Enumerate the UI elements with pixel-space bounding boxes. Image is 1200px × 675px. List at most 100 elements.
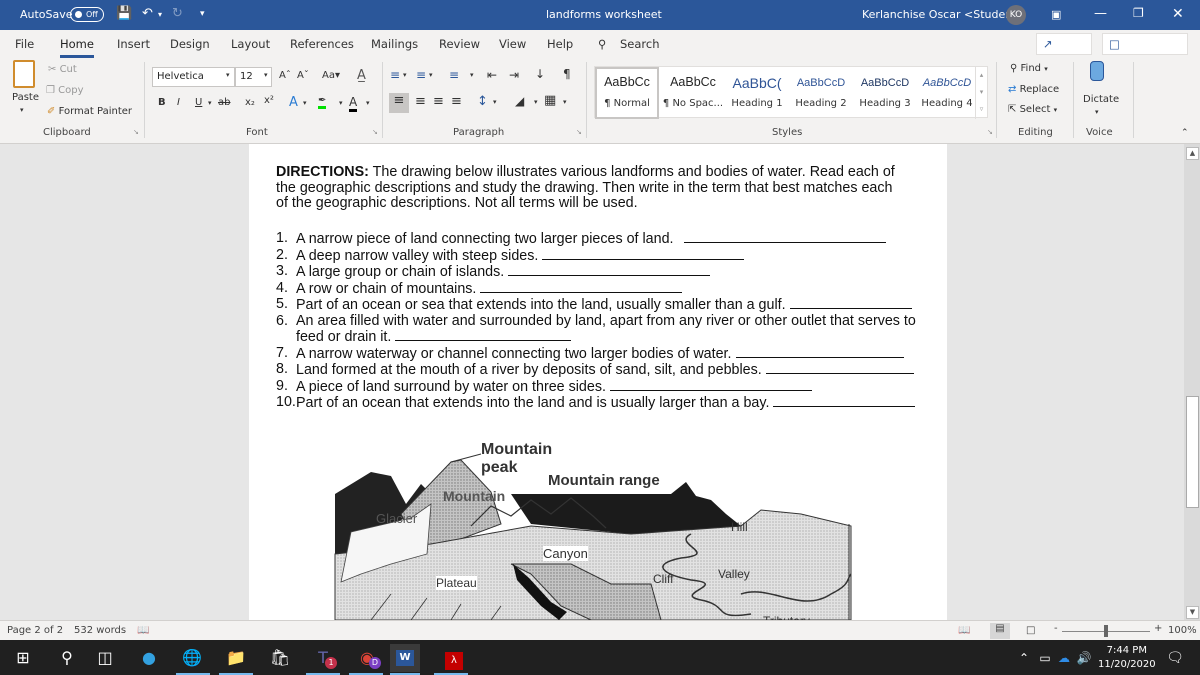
- borders-dropdown-icon[interactable]: ▾: [563, 98, 567, 106]
- avatar[interactable]: KO: [1006, 5, 1026, 25]
- line-spacing-dropdown-icon[interactable]: ▾: [493, 98, 497, 106]
- answer-blank[interactable]: [480, 281, 683, 293]
- scroll-up-icon[interactable]: ▴: [980, 71, 984, 79]
- teams-icon[interactable]: T1: [311, 647, 337, 669]
- borders-icon[interactable]: ▦: [544, 93, 556, 108]
- customize-toolbar-icon[interactable]: ▾: [200, 9, 205, 19]
- font-name-dropdown[interactable]: Helvetica: [152, 67, 235, 87]
- numbering-dropdown-icon[interactable]: ▾: [429, 71, 433, 79]
- italic-icon[interactable]: I: [177, 97, 180, 108]
- globe-icon[interactable]: 🌐: [180, 647, 204, 669]
- select-button[interactable]: ⇱ Select ▾: [1008, 104, 1057, 115]
- subscript-icon[interactable]: x₂: [245, 97, 255, 108]
- more-styles-icon[interactable]: ▿: [980, 105, 984, 113]
- windows-start-icon[interactable]: ⊞: [11, 647, 35, 669]
- font-color-icon[interactable]: A: [349, 95, 358, 112]
- page-count[interactable]: Page 2 of 2: [7, 625, 63, 636]
- shading-dropdown-icon[interactable]: ▾: [534, 98, 538, 106]
- clipboard-dialog-launcher-icon[interactable]: ↘: [133, 128, 139, 136]
- scroll-down-button[interactable]: ▼: [1186, 606, 1199, 619]
- multilevel-list-icon[interactable]: ≡: [449, 68, 459, 82]
- proofing-icon[interactable]: 📖: [137, 625, 149, 636]
- volume-icon[interactable]: 🔊: [1072, 647, 1096, 669]
- minimize-icon[interactable]: —: [1094, 6, 1107, 21]
- paragraph-dialog-launcher-icon[interactable]: ↘: [576, 128, 582, 136]
- strikethrough-icon[interactable]: ab: [218, 97, 230, 108]
- answer-blank[interactable]: [395, 329, 572, 341]
- print-layout-icon[interactable]: ▤: [990, 623, 1010, 639]
- format-painter-button[interactable]: ✐ Format Painter: [47, 106, 132, 117]
- search-icon[interactable]: ⚲: [55, 647, 79, 669]
- undo-dropdown-icon[interactable]: ▾: [158, 10, 162, 19]
- highlight-icon[interactable]: ✒: [318, 95, 327, 109]
- grow-font-icon[interactable]: Aˆ: [279, 70, 291, 81]
- font-dialog-launcher-icon[interactable]: ↘: [372, 128, 378, 136]
- tab-file[interactable]: File: [15, 37, 34, 51]
- paste-button[interactable]: Paste: [12, 92, 39, 103]
- bold-icon[interactable]: B: [158, 97, 166, 108]
- tab-design[interactable]: Design: [170, 37, 210, 51]
- shading-icon[interactable]: ◢: [515, 94, 524, 108]
- answer-blank[interactable]: [542, 248, 745, 260]
- cut-button[interactable]: ✂ Cut: [48, 64, 77, 75]
- action-center-icon[interactable]: 🗨: [1163, 647, 1187, 669]
- file-explorer-icon[interactable]: 📁: [224, 647, 248, 669]
- search-icon[interactable]: ⚲: [598, 37, 606, 51]
- decrease-indent-icon[interactable]: ⇤: [487, 68, 497, 82]
- scroll-down-icon[interactable]: ▾: [980, 88, 984, 96]
- multilevel-list-dropdown-icon[interactable]: ▾: [470, 71, 474, 79]
- answer-blank[interactable]: [609, 379, 812, 391]
- scroll-up-button[interactable]: ▲: [1186, 147, 1199, 160]
- word-taskbar-button[interactable]: W: [390, 644, 420, 672]
- microphone-icon[interactable]: [1090, 61, 1104, 81]
- tab-references[interactable]: References: [290, 37, 354, 51]
- dictate-dropdown-icon[interactable]: ▾: [1095, 108, 1099, 116]
- line-spacing-icon[interactable]: ↕: [477, 94, 488, 109]
- store-icon[interactable]: 🛍: [268, 647, 292, 669]
- close-icon[interactable]: ✕: [1172, 6, 1184, 22]
- tab-view[interactable]: View: [499, 37, 526, 51]
- paste-dropdown-icon[interactable]: ▾: [20, 106, 24, 114]
- tab-mailings[interactable]: Mailings: [371, 37, 418, 51]
- answer-blank[interactable]: [789, 297, 912, 309]
- tab-layout[interactable]: Layout: [231, 37, 270, 51]
- change-case-button[interactable]: Aa▾: [322, 70, 340, 81]
- answer-blank[interactable]: [508, 264, 711, 276]
- styles-scroll[interactable]: ▴ ▾ ▿: [975, 67, 987, 119]
- clock[interactable]: 7:44 PM 11/20/2020: [1098, 644, 1156, 672]
- edge-icon[interactable]: ●: [137, 647, 161, 669]
- align-left-icon[interactable]: ≡: [389, 93, 409, 113]
- justify-icon[interactable]: ≡: [451, 94, 462, 109]
- replace-button[interactable]: ⇄ Replace: [1008, 84, 1059, 95]
- superscript-icon[interactable]: x²: [264, 95, 274, 106]
- zoom-out-button[interactable]: -: [1054, 623, 1058, 634]
- bullets-dropdown-icon[interactable]: ▾: [403, 71, 407, 79]
- dictate-button[interactable]: Dictate: [1083, 94, 1119, 105]
- style-heading-4[interactable]: AaBbCcD Heading 4: [917, 67, 977, 119]
- web-layout-icon[interactable]: □: [1026, 625, 1035, 636]
- tab-home[interactable]: Home: [60, 37, 94, 58]
- acrobat-taskbar-button[interactable]: λ: [442, 647, 466, 670]
- tab-review[interactable]: Review: [439, 37, 480, 51]
- style-heading-3[interactable]: AaBbCcD Heading 3: [853, 67, 917, 119]
- chrome-icon[interactable]: ◉ D: [355, 647, 381, 669]
- numbering-icon[interactable]: ≡: [416, 68, 426, 82]
- document-page[interactable]: DIRECTIONS: The drawing below illustrate…: [249, 144, 947, 628]
- comments-button[interactable]: □ Comments: [1102, 33, 1188, 71]
- style-heading-2[interactable]: AaBbCcD Heading 2: [789, 67, 853, 119]
- highlight-dropdown-icon[interactable]: ▾: [339, 99, 343, 107]
- bullets-icon[interactable]: ≡: [390, 68, 400, 82]
- read-mode-icon[interactable]: 📖: [958, 625, 970, 636]
- undo-icon[interactable]: ↶: [142, 6, 153, 21]
- align-center-icon[interactable]: ≡: [415, 94, 426, 109]
- zoom-level[interactable]: 100%: [1168, 625, 1197, 636]
- text-effects-icon[interactable]: A: [289, 95, 298, 110]
- save-icon[interactable]: 💾: [116, 6, 132, 21]
- zoom-in-button[interactable]: +: [1154, 623, 1162, 634]
- clear-formatting-icon[interactable]: A̲: [357, 68, 366, 83]
- increase-indent-icon[interactable]: ⇥: [509, 68, 519, 82]
- paste-icon[interactable]: [13, 60, 35, 88]
- word-count[interactable]: 532 words: [74, 625, 126, 636]
- text-effects-dropdown-icon[interactable]: ▾: [303, 99, 307, 107]
- style-normal[interactable]: AaBbCc ¶ Normal: [595, 67, 659, 119]
